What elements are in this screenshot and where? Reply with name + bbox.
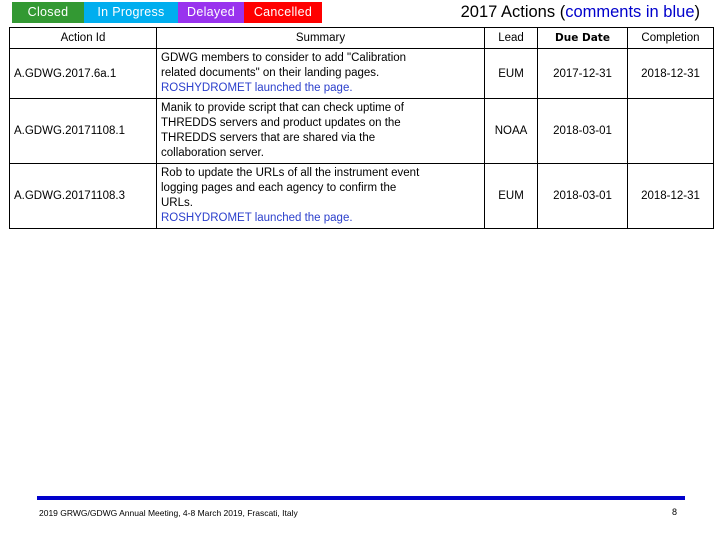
table-row: A.GDWG.2017.6a.1 GDWG members to consider… bbox=[9, 48, 714, 99]
page-title: 2017 Actions (comments in blue) bbox=[461, 2, 700, 22]
legend-tab-delayed[interactable]: Delayed bbox=[178, 2, 244, 23]
status-legend: Closed In Progress Delayed Cancelled bbox=[12, 2, 322, 23]
completion-cell bbox=[627, 98, 714, 164]
footer-divider bbox=[37, 496, 685, 500]
summary-line: logging pages and each agency to confirm… bbox=[161, 182, 397, 194]
table-header-row: Action Id Summary Lead Due Date Completi… bbox=[9, 27, 714, 49]
summary-line: Manik to provide script that can check u… bbox=[161, 102, 404, 114]
actions-table: Action Id Summary Lead Due Date Completi… bbox=[9, 27, 714, 229]
completion-cell: 2018-12-31 bbox=[627, 163, 714, 229]
summary-line: URLs. bbox=[161, 197, 193, 209]
table-row: A.GDWG.20171108.3 Rob to update the URLs … bbox=[9, 163, 714, 229]
column-header-summary: Summary bbox=[156, 27, 485, 49]
page-title-main: 2017 Actions bbox=[460, 3, 560, 21]
page-title-note: comments in blue bbox=[565, 3, 695, 21]
column-header-action-id: Action Id bbox=[9, 27, 157, 49]
due-cell: 2017-12-31 bbox=[537, 48, 628, 99]
page-number: 8 bbox=[672, 507, 678, 517]
legend-tab-cancelled[interactable]: Cancelled bbox=[244, 2, 322, 23]
lead-cell: NOAA bbox=[484, 98, 538, 164]
column-header-completion: Completion bbox=[627, 27, 714, 49]
summary-cell: Rob to update the URLs of all the instru… bbox=[156, 163, 485, 229]
summary-line: Rob to update the URLs of all the instru… bbox=[161, 167, 420, 179]
summary-cell: GDWG members to consider to add "Calibra… bbox=[156, 48, 485, 99]
summary-cell: Manik to provide script that can check u… bbox=[156, 98, 485, 164]
due-cell: 2018-03-01 bbox=[537, 98, 628, 164]
summary-comment-line: ROSHYDROMET launched the page. bbox=[161, 212, 353, 224]
action-id-cell: A.GDWG.20171108.3 bbox=[9, 163, 157, 229]
due-cell: 2018-03-01 bbox=[537, 163, 628, 229]
summary-line: GDWG members to consider to add "Calibra… bbox=[161, 52, 407, 64]
footer-meeting-text: 2019 GRWG/GDWG Annual Meeting, 4-8 March… bbox=[39, 508, 298, 518]
summary-line: THREDDS servers that are shared via the bbox=[161, 132, 376, 144]
legend-tab-inprogress[interactable]: In Progress bbox=[84, 2, 178, 23]
action-id-cell: A.GDWG.2017.6a.1 bbox=[9, 48, 157, 99]
lead-cell: EUM bbox=[484, 163, 538, 229]
table-row: A.GDWG.20171108.1 Manik to provide script… bbox=[9, 98, 714, 164]
summary-line: THREDDS servers and product updates on t… bbox=[161, 117, 401, 129]
summary-comment-line: ROSHYDROMET launched the page. bbox=[161, 82, 353, 94]
page-title-paren-close: ) bbox=[694, 3, 701, 21]
action-id-cell: A.GDWG.20171108.1 bbox=[9, 98, 157, 164]
summary-line: collaboration server. bbox=[161, 147, 264, 159]
actions-table-body: A.GDWG.2017.6a.1 GDWG members to consider… bbox=[9, 48, 714, 229]
summary-line: related documents" on their landing page… bbox=[161, 67, 380, 79]
column-header-due-date: Due Date bbox=[537, 27, 628, 49]
completion-cell: 2018-12-31 bbox=[627, 48, 714, 99]
lead-cell: EUM bbox=[484, 48, 538, 99]
column-header-lead: Lead bbox=[484, 27, 538, 49]
legend-tab-closed[interactable]: Closed bbox=[12, 2, 84, 23]
